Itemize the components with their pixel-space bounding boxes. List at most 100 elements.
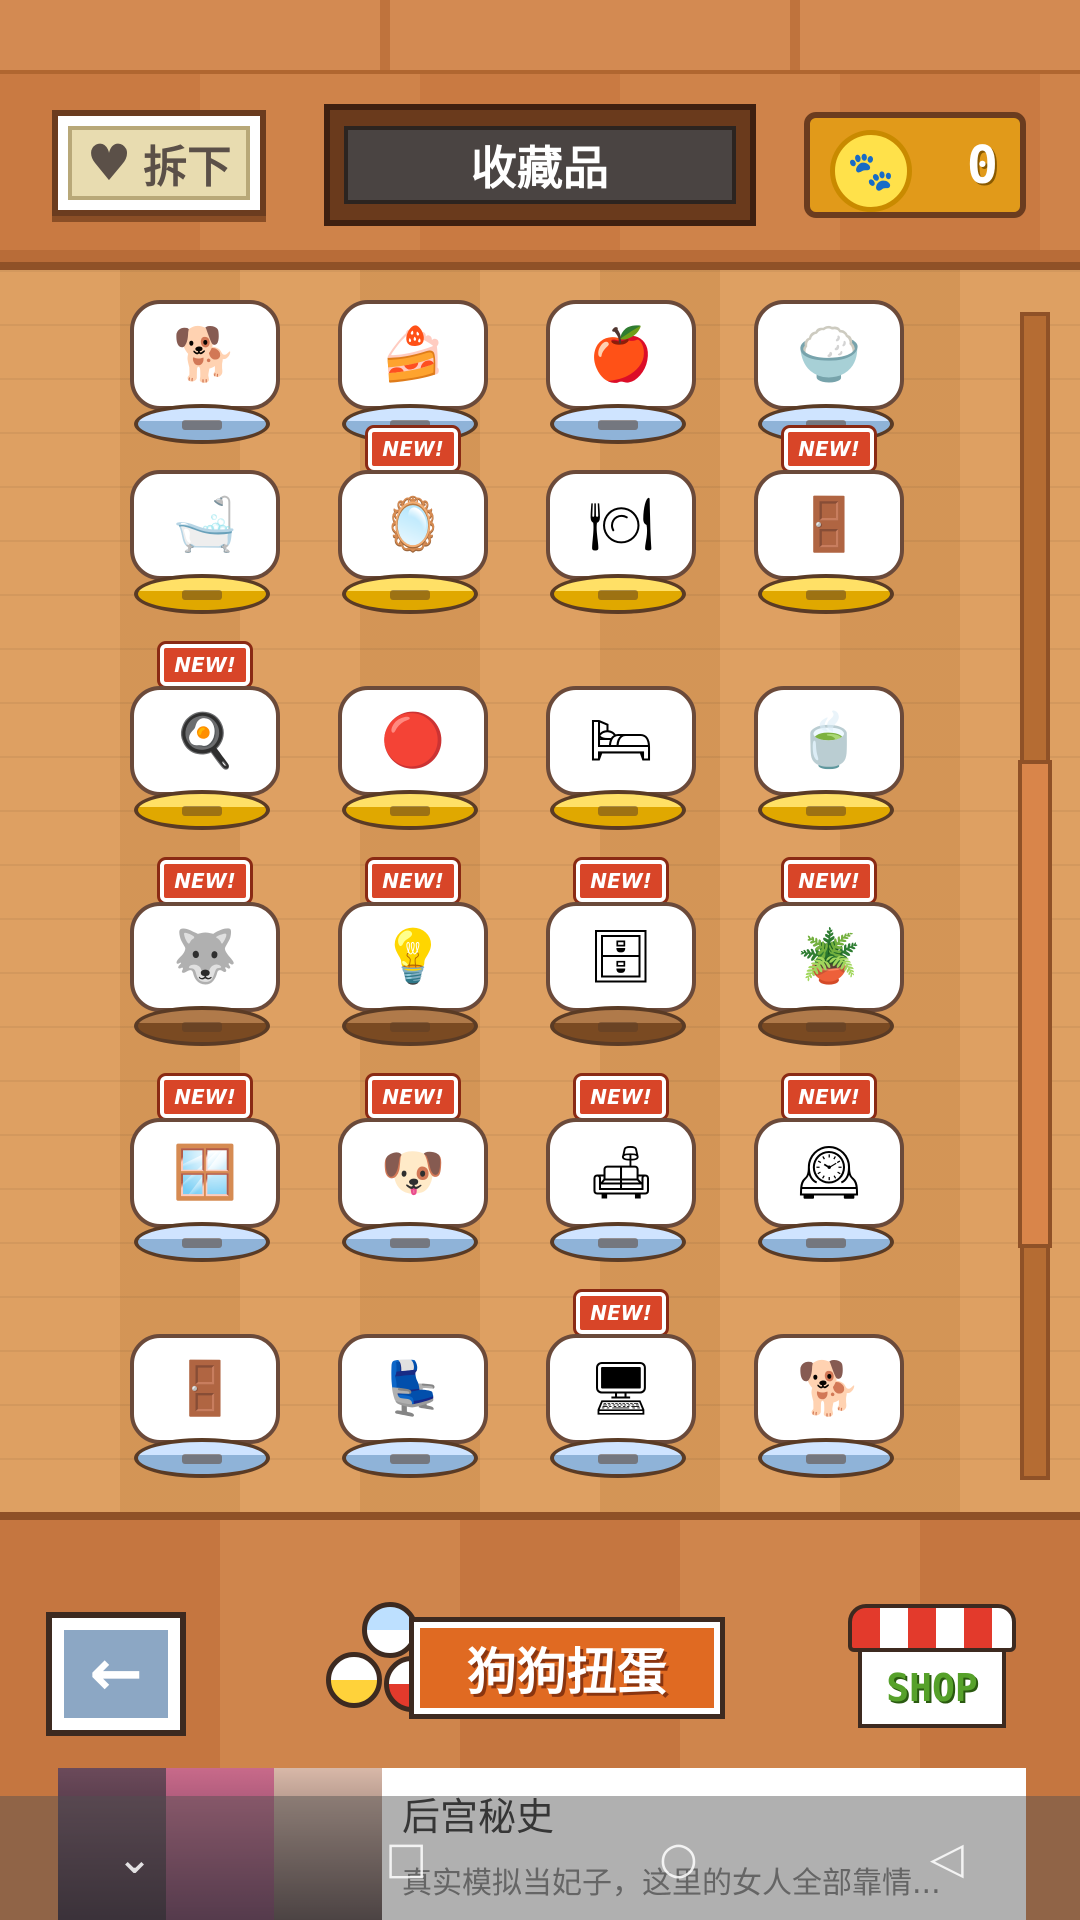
title-plate: 收藏品 — [324, 104, 756, 226]
display-pedestal — [134, 790, 270, 830]
remove-button-face: ♥ 拆下 — [68, 126, 250, 200]
remove-button[interactable]: ♥ 拆下 — [52, 110, 266, 216]
display-pedestal — [342, 790, 478, 830]
collection-item[interactable]: NEW! 🖥 — [536, 1292, 706, 1494]
collection-item[interactable]: 💺 — [328, 1294, 498, 1494]
page-title: 收藏品 — [344, 126, 736, 204]
collection-item[interactable]: NEW! 🛋 — [536, 1076, 706, 1278]
display-pedestal — [550, 1222, 686, 1262]
display-pedestal — [342, 1006, 478, 1046]
paw-coin-icon: 🐾 — [830, 130, 912, 212]
tv-desk-icon: 🖥 — [546, 1334, 696, 1444]
round-window-dogs-icon: 🕰 — [754, 1118, 904, 1228]
back-button[interactable]: ← — [46, 1612, 186, 1736]
shop-button-label: SHOP — [858, 1648, 1006, 1728]
two-dogs-icon: 🐶 — [338, 1118, 488, 1228]
display-pedestal — [342, 1222, 478, 1262]
wardrobe-icon: 🗄 — [546, 902, 696, 1012]
back-arrow-icon: ← — [64, 1630, 168, 1718]
lamp-husky-icon: 💡 — [338, 902, 488, 1012]
cake-table-icon: 🍰 — [338, 300, 488, 410]
bed-dog-icon: 🛏 — [546, 686, 696, 796]
collection-item[interactable]: 🚪 — [120, 1294, 290, 1494]
coin-value: 0 — [966, 136, 998, 196]
display-pedestal — [342, 1438, 478, 1478]
collection-item[interactable]: NEW! 🗄 — [536, 860, 706, 1062]
display-pedestal — [134, 1006, 270, 1046]
collection-item[interactable]: NEW! 🪞 — [328, 428, 498, 630]
collection-item[interactable]: 🛁 — [120, 430, 290, 630]
collection-item[interactable]: NEW! 🪟 — [120, 1076, 290, 1278]
bathtub-dog-icon: 🛁 — [130, 470, 280, 580]
mirror-dog-icon: 🪞 — [338, 470, 488, 580]
remove-button-label: 拆下 — [143, 142, 232, 193]
gacha-button-label: 狗狗扭蛋 — [414, 1622, 720, 1714]
new-badge: NEW! — [576, 860, 666, 910]
new-badge: NEW! — [368, 428, 458, 478]
gacha-button[interactable]: 狗狗扭蛋 — [318, 1598, 728, 1738]
collection-item[interactable]: 🛏 — [536, 646, 706, 846]
new-badge: NEW! — [160, 644, 250, 694]
husky-sitting-icon: 🐺 — [130, 902, 280, 1012]
boy-and-dog-icon: 🐕 — [130, 300, 280, 410]
display-pedestal — [550, 1438, 686, 1478]
collection-item[interactable]: NEW! 🚪 — [744, 428, 914, 630]
top-bar-trim — [0, 0, 1080, 74]
collection-item[interactable]: NEW! 🐶 — [328, 1076, 498, 1278]
collection-item[interactable]: 🔴 — [328, 646, 498, 846]
collection-item[interactable]: NEW! 🐺 — [120, 860, 290, 1062]
display-pedestal — [134, 574, 270, 614]
apple-dog-icon: 🍎 — [546, 300, 696, 410]
display-pedestal — [758, 790, 894, 830]
collection-item[interactable]: NEW! 💡 — [328, 860, 498, 1062]
new-badge: NEW! — [160, 860, 250, 910]
display-pedestal — [550, 574, 686, 614]
new-badge: NEW! — [784, 428, 874, 478]
nav-collapse-icon[interactable]: ⌄ — [116, 1833, 153, 1884]
new-badge: NEW! — [784, 1076, 874, 1126]
scrollbar-thumb[interactable] — [1018, 760, 1052, 1248]
door-husky-icon: 🚪 — [130, 1334, 280, 1444]
nav-back-icon[interactable]: ◁ — [930, 1833, 964, 1884]
dining-dog-icon: 🍽 — [546, 470, 696, 580]
window-husky-icon: 🪟 — [130, 1118, 280, 1228]
door-dog-icon: 🚪 — [754, 470, 904, 580]
new-badge: NEW! — [576, 1076, 666, 1126]
nav-recents-icon[interactable]: □ — [385, 1833, 427, 1884]
capsule-yellow-icon — [326, 1652, 382, 1708]
collection-item[interactable]: NEW! 🍳 — [120, 644, 290, 846]
display-pedestal — [550, 790, 686, 830]
shop-button[interactable]: SHOP — [848, 1604, 1016, 1738]
new-badge: NEW! — [368, 860, 458, 910]
display-pedestal — [342, 574, 478, 614]
display-pedestal — [758, 1438, 894, 1478]
collection-item[interactable]: 🍽 — [536, 430, 706, 630]
display-pedestal — [758, 1222, 894, 1262]
display-pedestal — [758, 1006, 894, 1046]
new-badge: NEW! — [160, 1076, 250, 1126]
display-pedestal — [134, 1222, 270, 1262]
armchair-husky-icon: 💺 — [338, 1334, 488, 1444]
dog-dishes-icon: 🍚 — [754, 300, 904, 410]
plant-table-icon: 🪴 — [754, 902, 904, 1012]
new-badge: NEW! — [576, 1292, 666, 1342]
collection-item[interactable]: 🍵 — [744, 646, 914, 846]
sofa-dogs-icon: 🛋 — [546, 1118, 696, 1228]
display-pedestal — [550, 1006, 686, 1046]
collection-item[interactable]: NEW! 🪴 — [744, 860, 914, 1062]
heart-icon: ♥ — [86, 134, 132, 192]
nav-home-icon[interactable]: ○ — [659, 1833, 697, 1884]
kitchen-dog-icon: 🍳 — [130, 686, 280, 796]
collection-area: 🐕 🍰 🍎 🍚 🛁 NEW! 🪞 🍽 NEW! 🚪 NEW! 🍳 🔴 🛏 🍵 NEW! 🐺 NEW! 💡 NEW! 🗄 N… — [0, 270, 1080, 1514]
new-badge: NEW! — [368, 1076, 458, 1126]
collection-item[interactable]: 🐕 — [744, 1294, 914, 1494]
coin-counter: 🐾 0 — [804, 112, 1026, 218]
display-pedestal — [134, 1438, 270, 1478]
cushion-husky-icon: 🐕 — [754, 1334, 904, 1444]
shop-awning-icon — [848, 1604, 1016, 1652]
new-badge: NEW! — [784, 860, 874, 910]
collection-item[interactable]: NEW! 🕰 — [744, 1076, 914, 1278]
tea-set-dog-icon: 🍵 — [754, 686, 904, 796]
display-pedestal — [758, 574, 894, 614]
gacha-ball-dog-icon: 🔴 — [338, 686, 488, 796]
